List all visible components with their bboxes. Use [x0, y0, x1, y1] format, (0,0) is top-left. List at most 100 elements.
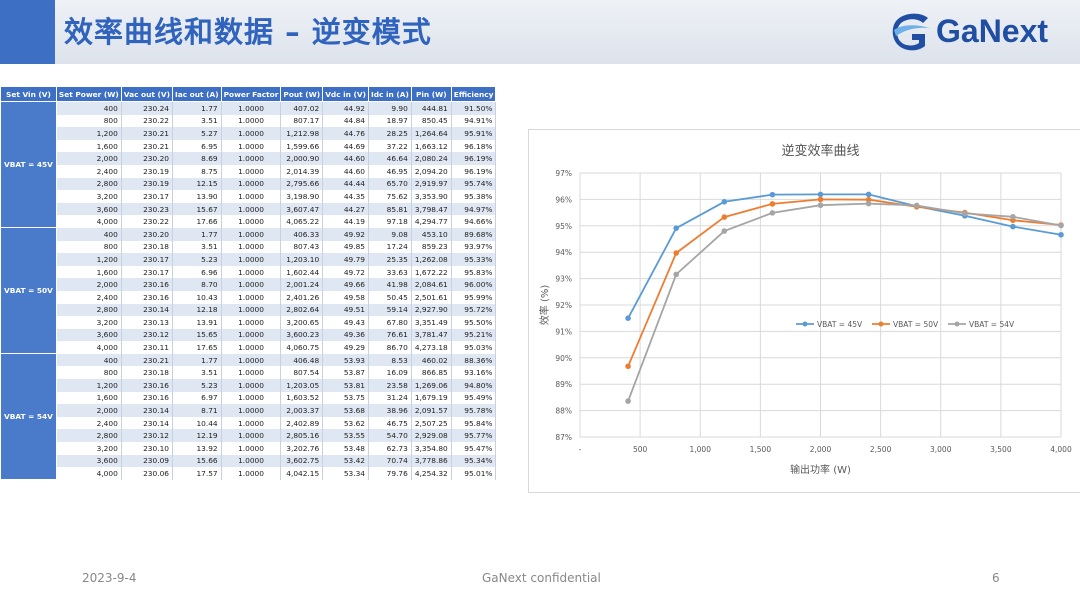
- table-cell: 86.70: [368, 341, 412, 354]
- vbat-group-label: VBAT = 50V: [0, 227, 57, 355]
- data-point: [673, 250, 679, 256]
- table-cell: 1.0000: [221, 366, 282, 380]
- x-tick-label: 1,000: [690, 445, 712, 454]
- table-cell: 1.0000: [221, 416, 282, 430]
- chart-title: 逆变效率曲线: [781, 143, 859, 159]
- table-cell: 230.12: [121, 429, 173, 443]
- table-row: 2,000 230.16 8.70 1.0000 2,001.24 49.66 41.98 2…: [1, 278, 497, 291]
- table-cell: 3,781.47: [411, 328, 452, 342]
- data-point: [721, 228, 728, 234]
- table-cell: 6.95: [172, 139, 222, 153]
- table-cell: 79.76: [368, 467, 412, 480]
- table-cell: 3,353.90: [411, 190, 452, 203]
- table-cell: 53.93: [322, 353, 369, 367]
- data-point: [962, 210, 968, 217]
- table-cell: 1.0000: [221, 467, 282, 480]
- data-point: [1058, 222, 1064, 229]
- table-cell: 5.23: [172, 253, 222, 266]
- table-cell: 95.33%: [451, 253, 497, 266]
- data-point: [865, 200, 872, 207]
- table-cell: 230.09: [121, 454, 173, 468]
- table-cell: 15.67: [172, 202, 222, 216]
- vbat-group-label: VBAT = 54V: [0, 353, 57, 481]
- table-cell: 95.01%: [451, 467, 497, 480]
- table-cell: 2,400: [56, 164, 122, 178]
- table-cell: 49.72: [322, 265, 369, 279]
- table-cell: 17.57: [172, 467, 222, 480]
- legend-label-1: VBAT = 45V: [817, 320, 863, 329]
- table-cell: 53.55: [322, 429, 369, 443]
- table-cell: 2,795.66: [280, 177, 324, 191]
- ganext-logo-icon: [892, 13, 930, 51]
- y-axis-label: 效率 (%): [538, 285, 551, 326]
- table-cell: 230.21: [121, 139, 173, 153]
- table-cell: 1,264.64: [411, 127, 452, 140]
- x-tick-label: 3,500: [990, 445, 1012, 454]
- table-cell: 1.77: [172, 353, 222, 367]
- data-point: [817, 191, 824, 198]
- table-cell: 1.0000: [221, 114, 282, 128]
- table-row: 1,600 230.17 6.96 1.0000 1,602.44 49.72 33.63 1…: [1, 265, 497, 279]
- table-cell: 53.87: [322, 366, 369, 380]
- data-point: [913, 202, 920, 209]
- table-cell: 230.17: [121, 265, 173, 279]
- table-cell: 53.34: [322, 467, 369, 480]
- data-point: [817, 196, 824, 203]
- table-cell: 95.34%: [451, 454, 497, 468]
- table-cell: 44.35: [322, 190, 369, 203]
- table-cell: 2,402.89: [280, 416, 324, 430]
- x-tick-label: 2,500: [870, 445, 892, 454]
- table-cell: 95.77%: [451, 429, 497, 443]
- table-cell: 1.0000: [221, 391, 282, 405]
- table-cell: 3,200: [56, 316, 122, 329]
- legend-label-2: VBAT = 50V: [893, 320, 939, 329]
- table-cell: 4,254.32: [411, 467, 452, 480]
- table-cell: 49.66: [322, 278, 369, 291]
- table-cell: 1.0000: [221, 454, 282, 468]
- table-row: 3,200 230.10 13.92 1.0000 3,202.76 53.48 62.73…: [1, 442, 497, 455]
- table-cell: 230.21: [121, 127, 173, 140]
- table-cell: 95.03%: [451, 341, 497, 354]
- table-cell: 46.95: [368, 164, 412, 178]
- table-cell: 1,269.06: [411, 379, 452, 392]
- table-cell: 230.11: [121, 341, 173, 354]
- y-tick-label: 95%: [555, 222, 572, 231]
- table-cell: 91.50%: [451, 101, 497, 115]
- table-cell: 1.0000: [221, 404, 282, 417]
- table-cell: 95.91%: [451, 127, 497, 140]
- table-cell: 17.65: [172, 341, 222, 354]
- table-row: 3,600 230.09 15.66 1.0000 3,602.75 53.42 70.74…: [1, 454, 497, 468]
- table-cell: 230.24: [121, 101, 173, 115]
- legend-marker-3: [954, 321, 960, 327]
- table-cell: 1.0000: [221, 227, 282, 241]
- logo-wordmark: GaNext: [936, 13, 1049, 49]
- table-cell: 95.38%: [451, 190, 497, 203]
- table-cell: 46.64: [368, 152, 412, 165]
- table-cell: 49.43: [322, 316, 369, 329]
- table-cell: 95.21%: [451, 328, 497, 342]
- column-header: Set Vin (V): [0, 86, 57, 102]
- table-cell: 49.29: [322, 341, 369, 354]
- table-cell: 96.00%: [451, 278, 497, 291]
- x-tick-label: 4,000: [1050, 445, 1072, 454]
- table-cell: 49.85: [322, 240, 369, 254]
- x-tick-label: 500: [633, 445, 648, 454]
- table-cell: 44.69: [322, 139, 369, 153]
- table-cell: 1,599.66: [280, 139, 324, 153]
- table-cell: 2,001.24: [280, 278, 324, 291]
- table-cell: 400: [56, 101, 122, 115]
- column-header: Idc in (A): [368, 86, 412, 102]
- table-cell: 230.23: [121, 202, 173, 216]
- table-cell: 46.75: [368, 416, 412, 430]
- table-cell: 3,351.49: [411, 316, 452, 329]
- table-row: 2,400 230.14 10.44 1.0000 2,402.89 53.62 46.75…: [1, 416, 497, 430]
- table-cell: 38.96: [368, 404, 412, 417]
- data-point: [625, 363, 631, 370]
- table-cell: 3,600: [56, 202, 122, 216]
- table-cell: 95.99%: [451, 290, 497, 304]
- table-cell: 2,800: [56, 177, 122, 191]
- table-cell: 3,600.23: [280, 328, 324, 342]
- table-cell: 2,080.24: [411, 152, 452, 165]
- table-cell: 3,602.75: [280, 454, 324, 468]
- table-cell: 3,354.80: [411, 442, 452, 455]
